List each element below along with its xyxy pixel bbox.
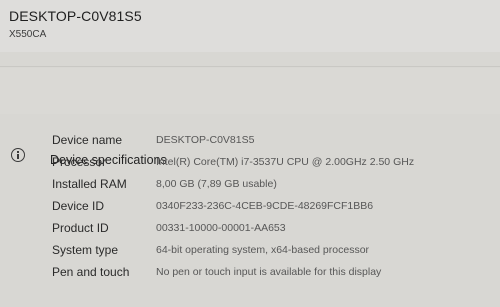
device-name-title: DESKTOP-C0V81S5: [9, 8, 142, 24]
spec-value[interactable]: Intel(R) Core(TM) i7-3537U CPU @ 2.00GHz…: [156, 156, 414, 168]
spec-row-product-id: Product ID 00331-10000-00001-AA653: [0, 221, 500, 243]
spec-value[interactable]: 64-bit operating system, x64-based proce…: [156, 244, 369, 256]
spec-row-system-type: System type 64-bit operating system, x64…: [0, 243, 500, 265]
device-model-label: X550CA: [9, 29, 47, 40]
divider: [0, 66, 500, 67]
spec-value[interactable]: DESKTOP-C0V81S5: [156, 134, 254, 146]
spec-label: System type: [52, 243, 119, 257]
spec-row-device-name: Device name DESKTOP-C0V81S5: [0, 133, 500, 155]
spec-row-installed-ram: Installed RAM 8,00 GB (7,89 GB usable): [0, 177, 500, 199]
spec-value[interactable]: 00331-10000-00001-AA653: [156, 222, 286, 234]
spec-label: Pen and touch: [52, 265, 130, 279]
spec-label: Processor: [52, 155, 107, 169]
device-header-panel: DESKTOP-C0V81S5 X550CA: [0, 0, 500, 52]
spec-value[interactable]: 0340F233-236C-4CEB-9CDE-48269FCF1BB6: [156, 200, 373, 212]
spec-value[interactable]: No pen or touch input is available for t…: [156, 266, 381, 278]
spec-row-device-id: Device ID 0340F233-236C-4CEB-9CDE-48269F…: [0, 199, 500, 221]
spec-label: Product ID: [52, 221, 109, 235]
spec-label: Installed RAM: [52, 177, 127, 191]
spec-label: Device ID: [52, 199, 105, 213]
spec-row-processor: Processor Intel(R) Core(TM) i7-3537U CPU…: [0, 155, 500, 177]
spec-label: Device name: [52, 133, 123, 147]
device-specifications-header[interactable]: Device specifications: [0, 68, 500, 167]
spec-value[interactable]: 8,00 GB (7,89 GB usable): [156, 178, 277, 190]
spec-row-pen-and-touch: Pen and touch No pen or touch input is a…: [0, 265, 500, 287]
